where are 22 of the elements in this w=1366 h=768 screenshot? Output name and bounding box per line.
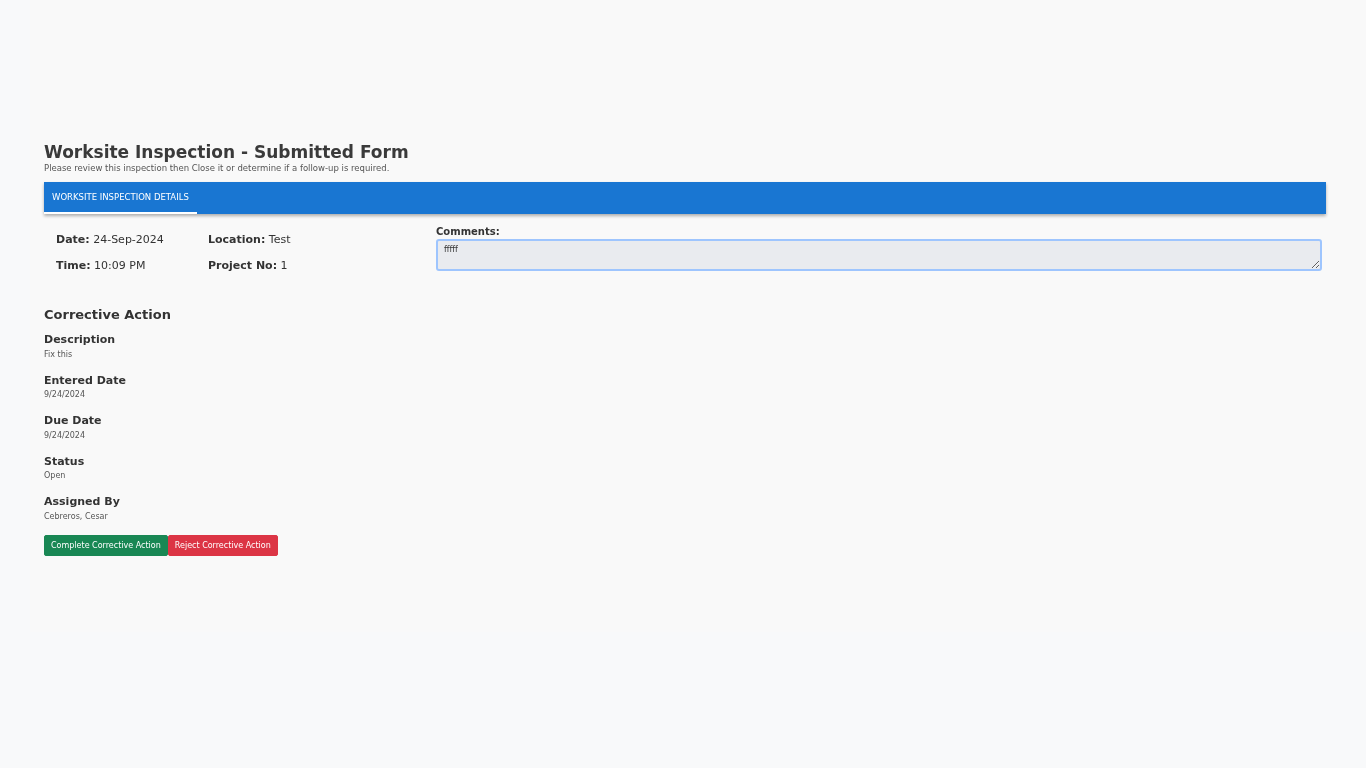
- field-value: Cebreros, Cesar: [44, 510, 109, 523]
- field-value: Open: [44, 470, 67, 483]
- field-value: Fix this: [44, 348, 74, 361]
- field-label: Status: [44, 453, 86, 470]
- reject-button[interactable]: Reject Corrective Action: [167, 534, 278, 557]
- complete-button[interactable]: Complete Corrective Action: [44, 534, 168, 557]
- page-subtitle: Please review this inspection then Close it or determine if a follow-up is required.: [44, 162, 391, 176]
- detail-text: Project No: 1: [208, 258, 289, 275]
- field-label: Description: [44, 332, 117, 349]
- page-title: Worksite Inspection - Submitted Form: [44, 142, 410, 163]
- detail-text: Location: Test: [208, 231, 292, 248]
- field-value: 9/24/2024: [44, 429, 87, 442]
- comments-field[interactable]: fffff: [436, 238, 1322, 271]
- detail-text: Date: 24-Sep-2024: [56, 231, 165, 248]
- field-label: Entered Date: [44, 372, 127, 389]
- field-value: 9/24/2024: [44, 389, 87, 402]
- tab[interactable]: WORKSITE INSPECTION DETAILS: [44, 182, 197, 214]
- field-label: Assigned By: [44, 494, 121, 511]
- field-label: Due Date: [44, 413, 103, 430]
- comments-label: Comments:: [436, 224, 501, 239]
- section-title: Corrective Action: [44, 305, 172, 324]
- detail-text: Time: 10:09 PM: [56, 258, 147, 275]
